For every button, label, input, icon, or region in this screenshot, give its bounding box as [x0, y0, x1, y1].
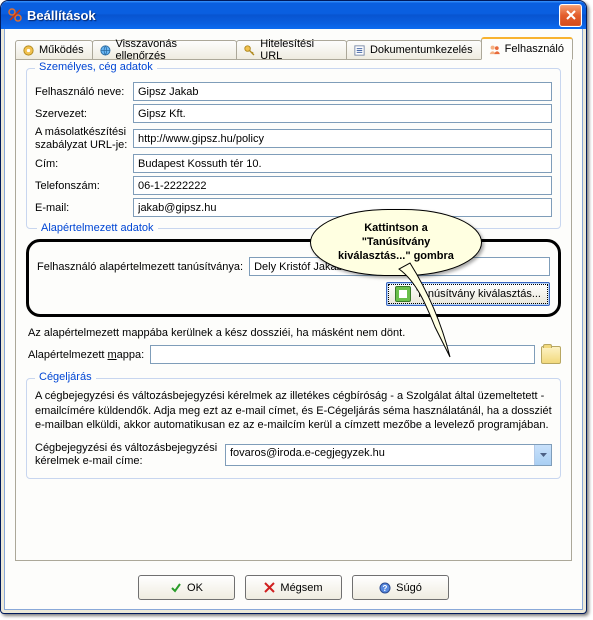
tab-panel: Személyes, cég adatok Felhasználó neve: … — [15, 59, 572, 561]
label-address: Cím: — [35, 158, 133, 170]
check-icon — [170, 582, 182, 594]
tab-mukodes[interactable]: Működés — [15, 40, 93, 59]
legend-defaults: Alapértelmezett adatok — [37, 222, 158, 234]
input-org[interactable] — [133, 104, 552, 123]
chevron-down-icon[interactable] — [534, 445, 551, 465]
input-name[interactable] — [133, 82, 552, 101]
dialog-buttons: OK Mégsem ? Súgó — [5, 575, 582, 600]
tab-felhasznalo[interactable]: Felhasználó — [481, 37, 573, 60]
tab-hitelesitesi[interactable]: Hitelesítési URL — [236, 40, 346, 59]
globe-icon — [99, 44, 112, 57]
label-ceg-email: Cégbejegyzési és változásbejegyzési kére… — [35, 442, 225, 467]
client-area: Működés Visszavonás ellenőrzés Hitelesít… — [4, 29, 583, 610]
input-policy[interactable] — [133, 129, 552, 148]
cancel-button[interactable]: Mégsem — [245, 575, 342, 600]
input-default-folder[interactable] — [150, 345, 535, 364]
gear-icon — [22, 44, 35, 57]
combo-value: fovaros@iroda.e-cegjegyzek.hu — [226, 445, 534, 465]
instruction-callout: Kattintson a "Tanúsítvány kiválasztás...… — [310, 209, 482, 276]
tab-label: Felhasználó — [505, 43, 564, 55]
label-name: Felhasználó neve: — [35, 86, 133, 98]
document-list-icon — [353, 44, 366, 57]
label-default-folder: Alapértelmezett mappa: — [28, 349, 144, 361]
button-label: OK — [187, 582, 203, 594]
browse-folder-button[interactable] — [541, 346, 561, 364]
users-icon — [488, 43, 501, 56]
tabstrip: Működés Visszavonás ellenőrzés Hitelesít… — [15, 35, 572, 59]
tab-label: Dokumentumkezelés — [370, 44, 473, 56]
combo-ceg-email[interactable]: fovaros@iroda.e-cegjegyzek.hu — [225, 444, 552, 466]
key-icon — [243, 44, 256, 57]
button-label: Mégsem — [280, 582, 322, 594]
label-org: Szervezet: — [35, 108, 133, 120]
group-personal: Személyes, cég adatok Felhasználó neve: … — [26, 68, 561, 229]
tab-label: Működés — [39, 44, 84, 56]
svg-text:?: ? — [383, 584, 388, 593]
input-phone[interactable] — [133, 176, 552, 195]
titlebar: Beállítások — [1, 1, 586, 29]
close-button[interactable] — [559, 4, 582, 27]
label-cert: Felhasználó alapértelmezett tanúsítványa… — [37, 261, 243, 273]
window-title: Beállítások — [27, 8, 559, 23]
default-folder-note: Az alapértelmezett mappába kerülnek a ké… — [28, 327, 561, 339]
callout-tail — [405, 257, 465, 367]
legend-ceg: Cégeljárás — [35, 371, 96, 383]
help-icon: ? — [379, 582, 391, 594]
button-label: Súgó — [396, 582, 422, 594]
tab-visszavonas[interactable]: Visszavonás ellenőrzés — [92, 40, 238, 59]
group-cegeljaras: Cégeljárás A cégbejegyzési és változásbe… — [26, 378, 561, 479]
label-phone: Telefonszám: — [35, 180, 133, 192]
settings-dialog: Beállítások Működés Visszavonás ellenőrz… — [0, 0, 587, 614]
x-icon — [264, 582, 275, 593]
ok-button[interactable]: OK — [138, 575, 235, 600]
app-icon — [7, 7, 23, 23]
label-email: E-mail: — [35, 202, 133, 214]
help-button[interactable]: ? Súgó — [352, 575, 449, 600]
legend-personal: Személyes, cég adatok — [35, 61, 157, 73]
ceg-desc: A cégbejegyzési és változásbejegyzési ké… — [35, 389, 552, 432]
label-policy: A másolatkészítési szabályzat URL-je: — [35, 126, 133, 151]
tab-dokumentum[interactable]: Dokumentumkezelés — [346, 40, 482, 59]
input-address[interactable] — [133, 154, 552, 173]
